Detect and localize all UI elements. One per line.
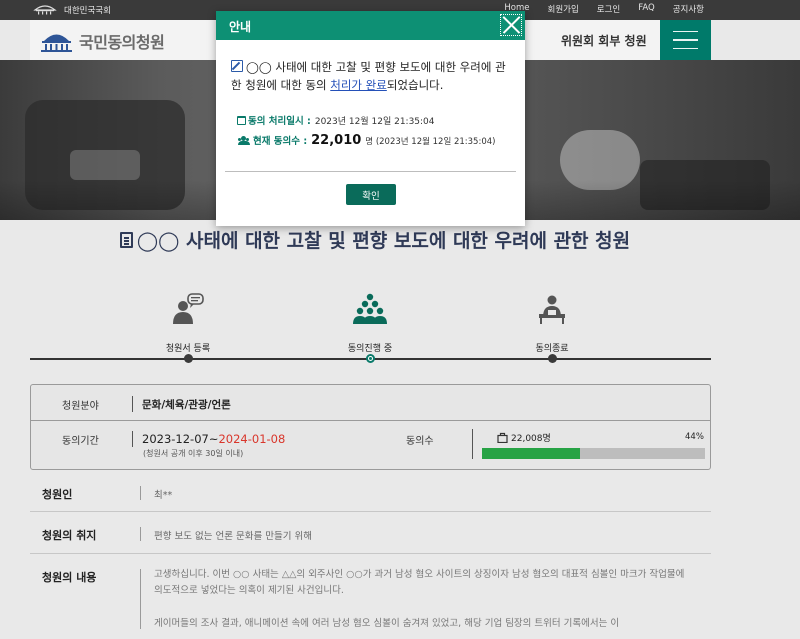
notice-dialog: 안내 ◯◯ 사태에 대한 고찰 및 편향 보도에 대한 우려에 관한 청원에 대… [216, 11, 525, 226]
agree-label: 동의수 [406, 436, 434, 447]
petition-info-table: 청원분야 문화/체육/관광/언론 동의기간 2023-12-07~2024-01… [30, 384, 711, 470]
field-label: 청원분야 [62, 401, 99, 412]
utility-links: Home 회원가입 로그인 FAQ 공지사항 [504, 3, 704, 15]
step-dot [184, 354, 193, 363]
dialog-divider [225, 171, 516, 172]
menu-line [673, 39, 698, 41]
dialog-header: 안내 [216, 11, 525, 40]
login-link[interactable]: 로그인 [597, 3, 620, 15]
purpose-value: 편향 보도 없는 언론 문화를 만들기 위해 [154, 531, 312, 542]
content-paragraph: 고생하십니다. 이번 ○○ 사태는 △△의 외주사인 ○○가 과거 남성 혐오 … [154, 569, 685, 596]
document-icon [119, 232, 133, 248]
dialog-title: 안내 [229, 20, 252, 34]
purpose-label: 청원의 취지 [42, 529, 97, 542]
row-divider [30, 511, 711, 512]
assembly-building-icon [41, 34, 72, 52]
content-paragraph: 게이머들의 조사 결과, 애니메이션 속에 여러 남성 혐오 심볼이 숨겨져 있… [154, 618, 620, 629]
national-assembly-logo-icon [33, 5, 57, 15]
calendar-icon [237, 116, 246, 125]
divider [140, 527, 141, 541]
step-label-closed: 동의종료 [535, 344, 569, 354]
nav-committee-petitions[interactable]: 위원회 회부 청원 [561, 32, 647, 49]
row-divider [30, 553, 711, 554]
dialog-message: ◯◯ 사태에 대한 고찰 및 편향 보도에 대한 우려에 관한 청원에 대한 동… [231, 58, 516, 94]
processed-label: 동의 처리일시 : [248, 116, 311, 127]
bag-icon [497, 432, 508, 443]
field-value: 문화/체육/관광/언론 [142, 399, 231, 411]
content-label: 청원의 내용 [42, 571, 97, 584]
period-note: (청원서 공개 이후 30일 이내) [143, 449, 244, 458]
step-closed: 동의종료 [492, 293, 612, 354]
agree-count-wrap: 22,008명 [497, 431, 551, 444]
ok-button[interactable]: 확인 [346, 184, 396, 205]
site-logo[interactable]: 국민동의청원 [40, 29, 165, 53]
period-label: 동의기간 [62, 436, 99, 447]
divider [140, 486, 141, 500]
close-icon[interactable] [500, 14, 522, 36]
divider [132, 431, 133, 447]
step-dot [548, 354, 557, 363]
current-label: 현재 동의수 : [253, 136, 308, 147]
agree-progress-bar [482, 448, 705, 459]
period-end: 2024-01-08 [218, 432, 286, 446]
step-label-registration: 청원서 등록 [165, 344, 211, 354]
current-unit: 명 (2023년 12월 12일 21:35:04) [365, 137, 496, 147]
processed-value: 2023년 12월 12일 21:35:04 [314, 117, 435, 127]
edit-icon [231, 60, 243, 72]
period-dates: 2023-12-07~2024-01-08 [142, 432, 285, 446]
speech-person-icon [173, 293, 204, 324]
period-start: 2023-12-07 [142, 432, 209, 446]
agree-count: 22,008명 [511, 434, 551, 444]
message-link[interactable]: 처리가 완료 [330, 78, 387, 92]
step-registration: 청원서 등록 [128, 293, 248, 354]
message-suffix: 되었습니다. [386, 78, 444, 92]
notice-link[interactable]: 공지사항 [673, 3, 704, 15]
divider [132, 396, 133, 412]
faq-link[interactable]: FAQ [638, 3, 654, 15]
brand-name: 국민동의청원 [79, 33, 165, 52]
menu-line [673, 30, 698, 33]
divider [140, 569, 141, 629]
petition-title-text: ◯◯ 사태에 대한 고찰 및 편향 보도에 대한 우려에 관한 청원 [136, 230, 631, 252]
petition-title: ◯◯ 사태에 대한 고찰 및 편향 보도에 대한 우려에 관한 청원 [80, 229, 670, 254]
petitioner-label: 청원인 [42, 488, 73, 501]
person-at-desk-icon [539, 295, 565, 324]
current-count-row: 현재 동의수 : 22,010 명 (2023년 12월 12일 21:35:0… [237, 133, 495, 148]
group-people-icon [353, 293, 387, 324]
menu-line [673, 47, 698, 50]
users-icon [237, 136, 251, 145]
petitioner-value: 최** [154, 490, 173, 501]
processed-time-row: 동의 처리일시 : 2023년 12월 12일 21:35:04 [237, 113, 435, 127]
current-count: 22,010 [311, 133, 362, 148]
hamburger-menu-button[interactable] [660, 20, 711, 60]
agree-progress-fill [482, 448, 581, 459]
step-label-in-progress: 동의진행 중 [347, 344, 393, 354]
agree-percent: 44% [685, 432, 704, 442]
divider [472, 429, 473, 459]
gov-name[interactable]: 대한민국국회 [64, 4, 111, 16]
step-dot-active [366, 354, 375, 363]
signup-link[interactable]: 회원가입 [548, 3, 579, 15]
row-divider [31, 420, 710, 421]
step-in-progress: 동의진행 중 [310, 293, 430, 354]
